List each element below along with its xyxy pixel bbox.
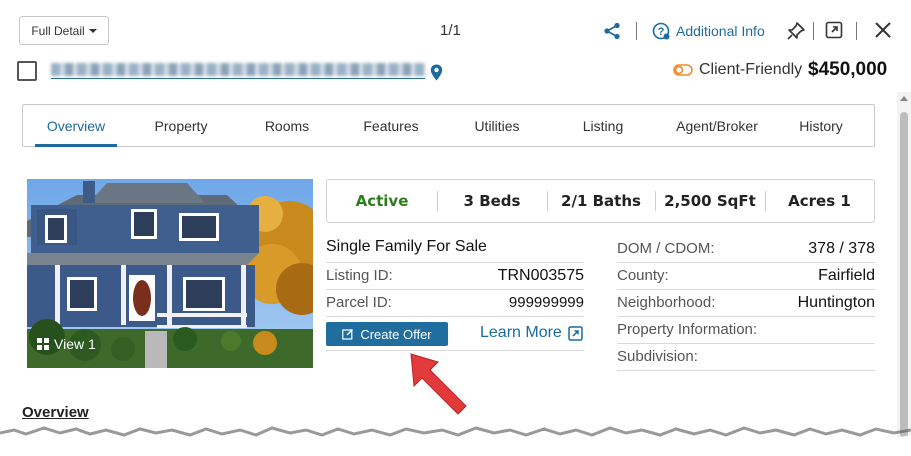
select-listing-checkbox[interactable] xyxy=(17,61,37,81)
neighborhood-row: Neighborhood: Huntington xyxy=(617,290,875,317)
property-info-row: Property Information: xyxy=(617,317,875,344)
additional-info-label: Additional Info xyxy=(676,23,765,39)
client-friendly-label: Client-Friendly xyxy=(699,61,803,78)
annotation-arrow-icon xyxy=(410,353,467,415)
divider xyxy=(636,22,637,40)
overview-heading: Overview xyxy=(22,404,89,421)
learn-more-link[interactable]: Learn More xyxy=(480,324,583,342)
property-type-row: Single Family For Sale xyxy=(326,236,584,263)
property-type: Single Family For Sale xyxy=(326,238,487,255)
close-icon[interactable] xyxy=(873,20,893,40)
tab-property[interactable]: Property xyxy=(139,105,223,146)
subdivision-row: Subdivision: xyxy=(617,344,875,371)
scroll-up-arrow-icon[interactable] xyxy=(900,96,908,101)
toggle-icon xyxy=(673,64,693,76)
view-dropdown[interactable]: Full Detail xyxy=(19,16,109,45)
tab-label: Features xyxy=(363,117,419,134)
listing-id-value: TRN003575 xyxy=(497,267,584,284)
county-label: County: xyxy=(617,267,669,284)
tab-listing[interactable]: Listing xyxy=(561,105,645,146)
share-icon[interactable] xyxy=(603,22,621,40)
create-offer-button[interactable]: Create Offer xyxy=(326,322,448,346)
divider xyxy=(813,22,814,40)
sqft-stat: 2,500 SqFt xyxy=(664,192,756,210)
map-pin-icon[interactable] xyxy=(430,64,443,81)
tab-label: History xyxy=(799,117,843,134)
listing-id-row: Listing ID: TRN003575 xyxy=(326,263,584,290)
listing-stats-bar: Active 3 Beds 2/1 Baths 2,500 SqFt Acres… xyxy=(326,179,875,223)
scroll-thumb[interactable] xyxy=(900,112,908,438)
tab-label: Overview xyxy=(46,117,106,134)
address-link-redacted[interactable] xyxy=(51,61,425,79)
help-circle-icon: ? xyxy=(652,22,670,40)
view-dropdown-label: Full Detail xyxy=(31,23,85,38)
chevron-down-icon xyxy=(88,28,97,33)
tab-agent-broker[interactable]: Agent/Broker xyxy=(663,105,771,146)
pager: 1/1 xyxy=(440,22,461,39)
tab-label: Rooms xyxy=(264,117,310,134)
parcel-id-value: 999999999 xyxy=(508,294,584,311)
beds-stat: 3 Beds xyxy=(463,192,521,210)
county-value: Fairfield xyxy=(818,267,875,284)
property-info-label: Property Information: xyxy=(617,321,758,338)
neighborhood-value: Huntington xyxy=(797,294,875,311)
subdivision-label: Subdivision: xyxy=(617,348,698,365)
popout-icon[interactable] xyxy=(825,21,843,39)
client-friendly-toggle[interactable]: Client-Friendly xyxy=(673,61,802,79)
tab-overview[interactable]: Overview xyxy=(23,105,129,147)
tab-label: Agent/Broker xyxy=(676,117,758,134)
address-underline xyxy=(51,78,425,79)
tab-features[interactable]: Features xyxy=(349,105,433,146)
parcel-id-row: Parcel ID: 999999999 xyxy=(326,290,584,317)
county-row: County: Fairfield xyxy=(617,263,875,290)
tab-label: Utilities xyxy=(474,117,520,134)
divider xyxy=(856,22,857,40)
detail-header: Full Detail 1/1 ? Additional Info Client… xyxy=(0,0,911,90)
grid-icon xyxy=(37,338,49,350)
neighborhood-label: Neighborhood: xyxy=(617,294,716,311)
view-photos-label: View 1 xyxy=(54,336,96,352)
tab-history[interactable]: History xyxy=(781,105,861,146)
listing-price: $450,000 xyxy=(808,59,888,80)
tab-label: Property xyxy=(154,117,208,134)
create-offer-label: Create Offer xyxy=(360,326,432,342)
torn-edge-decoration xyxy=(0,426,911,456)
view-photos-badge[interactable]: View 1 xyxy=(37,336,96,352)
acres-stat: Acres 1 xyxy=(788,192,851,210)
parcel-id-label: Parcel ID: xyxy=(326,294,392,311)
tab-rooms[interactable]: Rooms xyxy=(245,105,329,146)
tab-label: Listing xyxy=(582,117,624,134)
tab-utilities[interactable]: Utilities xyxy=(455,105,539,146)
dom-row: DOM / CDOM: 378 / 378 xyxy=(617,236,875,263)
learn-more-label: Learn More xyxy=(480,324,562,341)
pin-icon[interactable] xyxy=(786,21,806,41)
additional-info-link[interactable]: ? Additional Info xyxy=(652,22,765,40)
dom-label: DOM / CDOM: xyxy=(617,240,715,257)
baths-stat: 2/1 Baths xyxy=(561,192,641,210)
edit-icon xyxy=(342,329,354,340)
active-tab-indicator xyxy=(35,144,117,147)
external-link-icon xyxy=(568,325,583,341)
redacted-address xyxy=(51,63,425,76)
dom-value: 378 / 378 xyxy=(808,240,875,257)
status-badge: Active xyxy=(355,192,409,210)
listing-id-label: Listing ID: xyxy=(326,267,393,284)
detail-tabs: Overview Property Rooms Features Utiliti… xyxy=(22,104,875,147)
